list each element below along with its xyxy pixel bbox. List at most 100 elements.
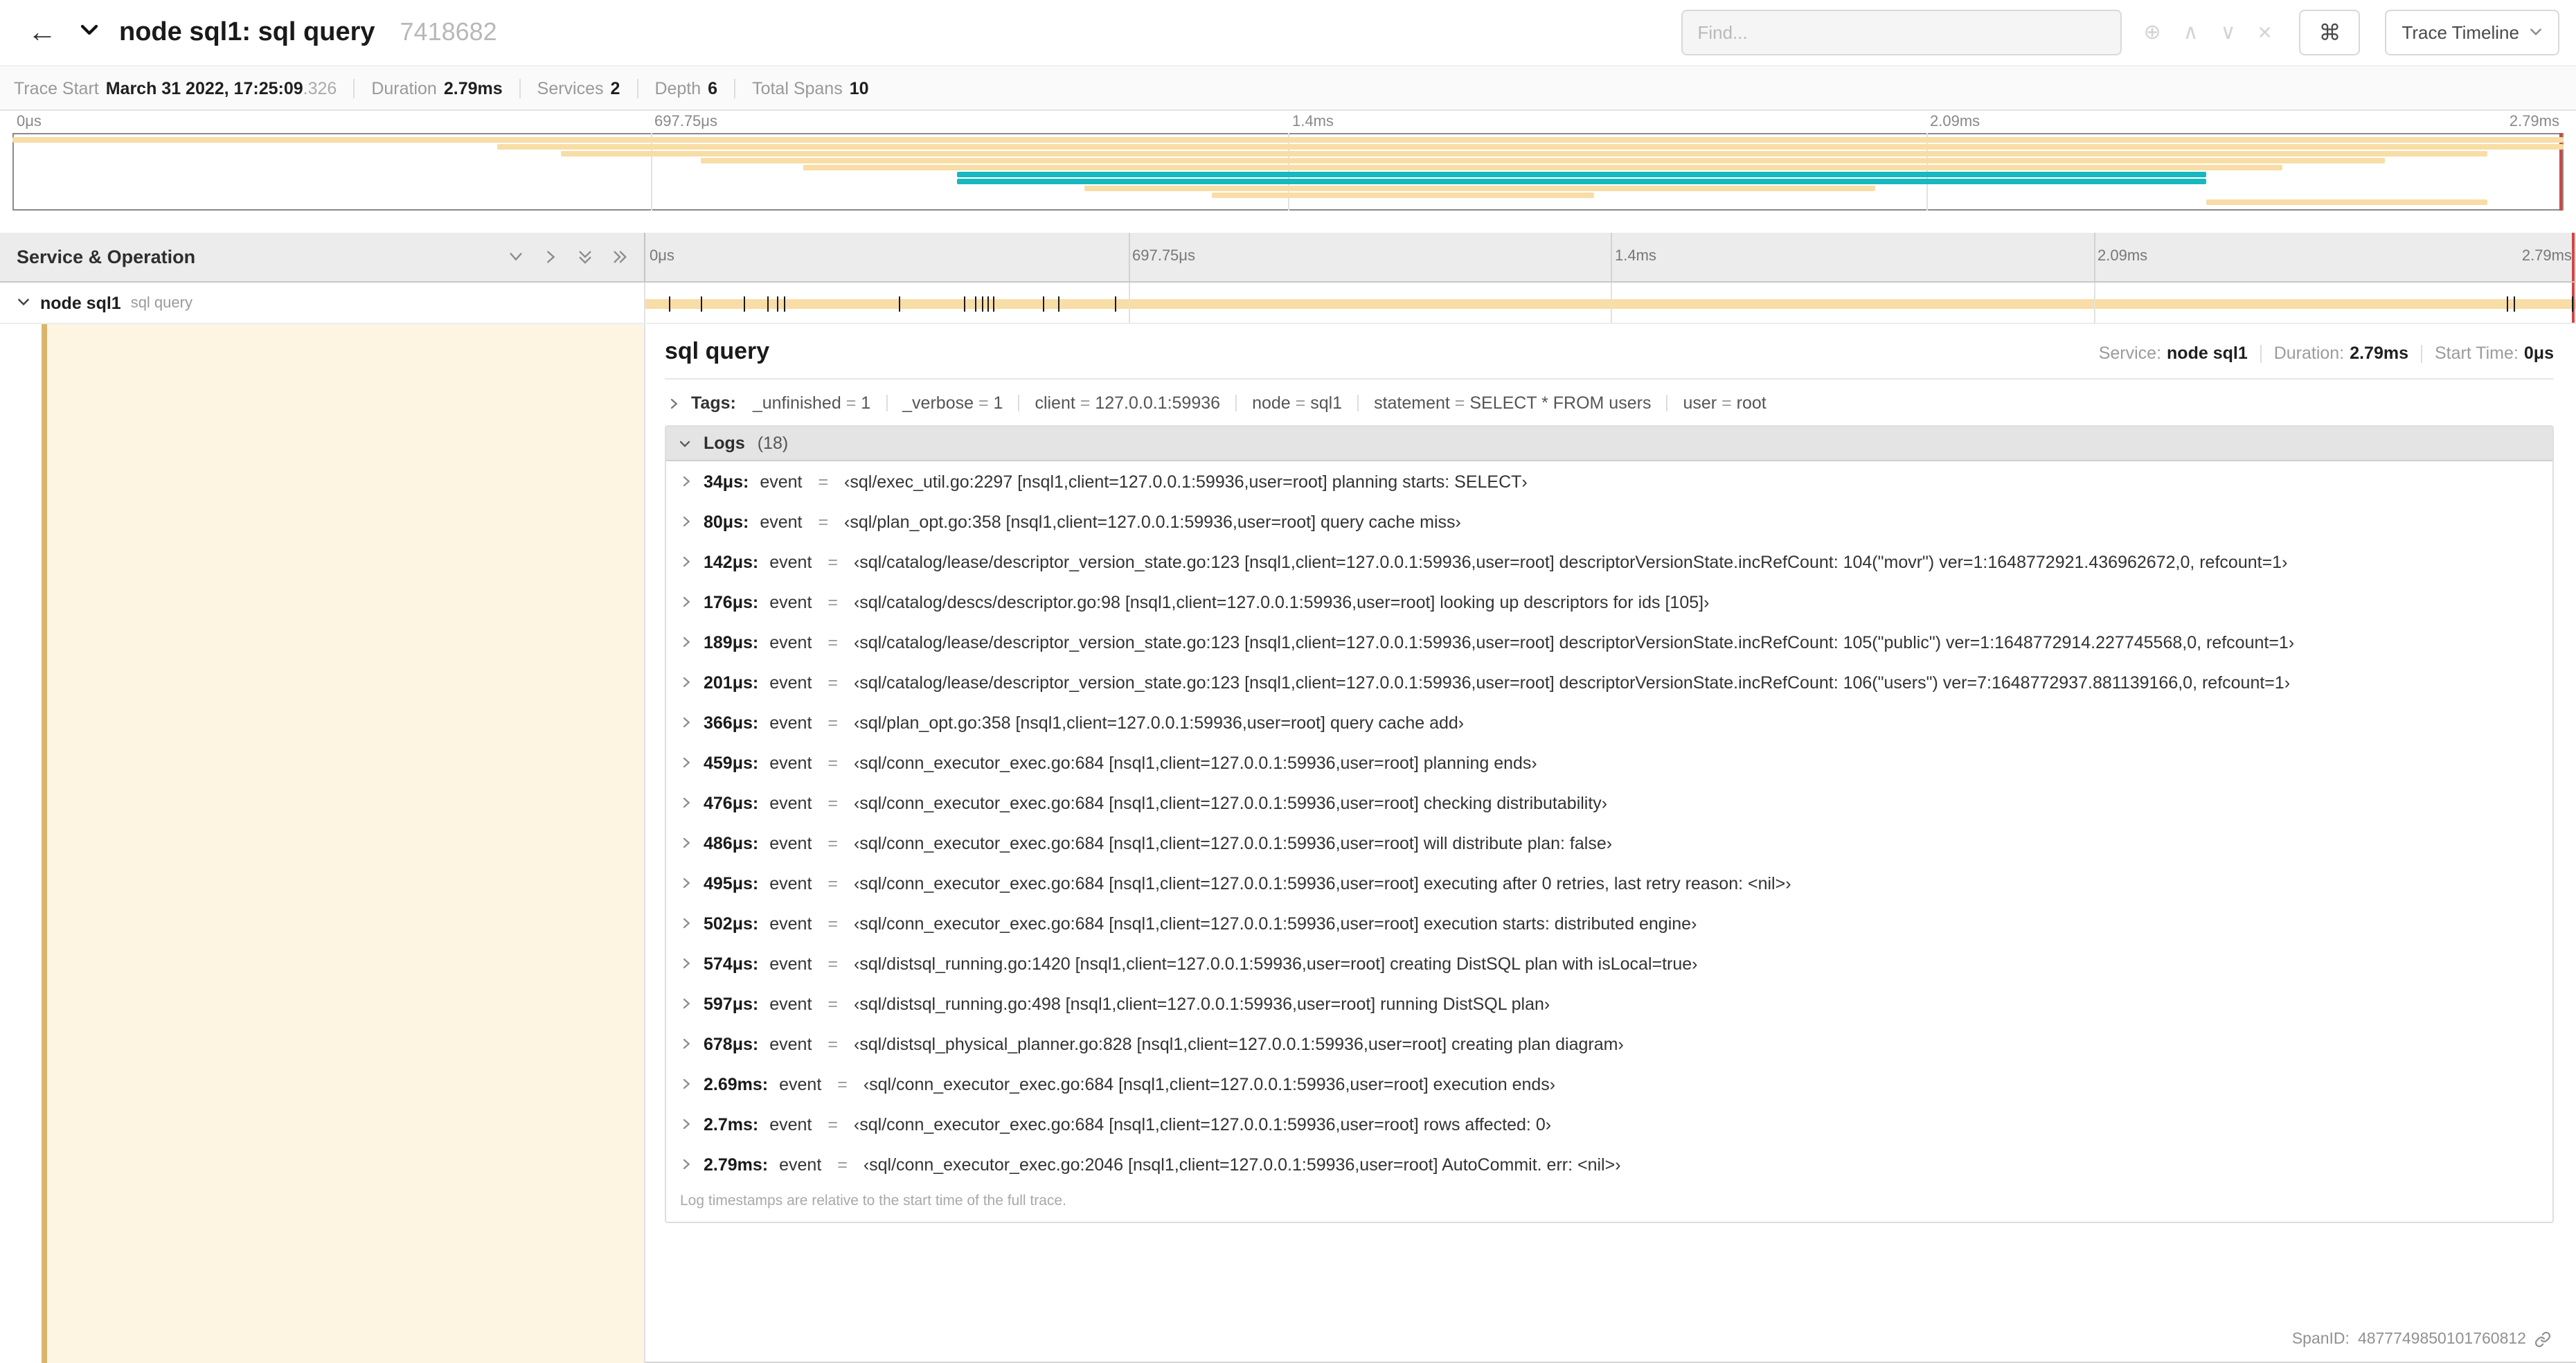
summary-label: Trace Start [14, 78, 99, 98]
log-row[interactable]: 574μs: event = ‹sql/distsql_running.go:14… [666, 943, 2552, 983]
trace-collapse-toggle[interactable] [79, 19, 100, 46]
collapse-all-icon[interactable] [578, 249, 593, 265]
log-row[interactable]: 2.69ms: event = ‹sql/conn_executor_exec.g… [666, 1064, 2552, 1104]
log-marker-tick [992, 296, 994, 312]
divider [1018, 395, 1020, 411]
minimap-span-bar [2206, 199, 2487, 205]
divider [519, 78, 521, 98]
log-row[interactable]: 176μs: event = ‹sql/catalog/descs/descrip… [666, 582, 2552, 622]
minimap-span-bar [1211, 193, 1595, 198]
minimap-span-bar [956, 179, 2207, 184]
log-row[interactable]: 34μs: event = ‹sql/exec_util.go:2297 [nsq… [666, 461, 2552, 501]
log-row[interactable]: 495μs: event = ‹sql/conn_executor_exec.go… [666, 863, 2552, 903]
chevron-right-icon [680, 1037, 692, 1050]
chevron-right-icon [680, 636, 692, 648]
log-marker-tick [2572, 296, 2574, 312]
log-marker-tick [776, 296, 778, 312]
minimap-span-bar [956, 172, 2207, 177]
next-match-icon[interactable]: ∨ [2221, 22, 2236, 43]
span-detail-left-column [0, 324, 645, 1363]
log-row[interactable]: 142μs: event = ‹sql/catalog/lease/descrip… [666, 542, 2552, 582]
clear-search-icon[interactable]: × [2258, 21, 2272, 44]
chevron-right-icon [680, 1118, 692, 1130]
chevron-down-icon [2529, 22, 2543, 43]
log-row[interactable]: 502μs: event = ‹sql/conn_executor_exec.go… [666, 903, 2552, 943]
span-row: node sql1 sql query [0, 283, 2576, 324]
expand-one-icon[interactable] [543, 249, 558, 265]
chevron-right-icon [668, 397, 680, 409]
tags-accordion-toggle[interactable]: Tags: _unfinished = 1 _verbose = 1 client … [665, 385, 2554, 425]
logs-accordion-toggle[interactable]: Logs (18) [666, 427, 2552, 461]
tick-label: 697.75μs [654, 114, 717, 130]
log-row[interactable]: 2.79ms: event = ‹sql/conn_executor_exec.g… [666, 1144, 2552, 1184]
log-marker-tick [987, 296, 989, 312]
log-marker-tick [784, 296, 786, 312]
tick-label: 2.09ms [2098, 248, 2148, 265]
log-row[interactable]: 366μs: event = ‹sql/plan_opt.go:358 [nsql… [666, 702, 2552, 742]
log-row[interactable]: 459μs: event = ‹sql/conn_executor_exec.go… [666, 742, 2552, 783]
summary-label: Total Spans [752, 78, 843, 98]
timeline-header-row: Service & Operation 0μs 697.75μs 1.4ms 2.09… [0, 233, 2576, 283]
summary-depth: Depth 6 [654, 78, 717, 98]
log-row[interactable]: 189μs: event = ‹sql/catalog/lease/descrip… [666, 622, 2552, 662]
trace-view-selector[interactable]: Trace Timeline [2385, 10, 2559, 55]
tag-item: statement = SELECT * FROM users [1374, 393, 1652, 413]
previous-match-icon[interactable]: ∧ [2183, 22, 2199, 43]
divider [734, 78, 736, 98]
tick-label: 2.79ms [2521, 248, 2572, 265]
tick-label: 0μs [650, 248, 674, 265]
collapse-one-icon[interactable] [508, 249, 524, 265]
log-row[interactable]: 2.7ms: event = ‹sql/conn_executor_exec.go… [666, 1104, 2552, 1144]
tag-item: node = sql1 [1252, 393, 1343, 413]
chevron-right-icon [680, 997, 692, 1010]
summary-value: 2 [610, 78, 620, 98]
detail-gutter [0, 324, 42, 1363]
logs-count: (18) [757, 434, 789, 453]
minimap-span-bar [701, 158, 2386, 163]
divider [1235, 395, 1237, 411]
trace-timeline-page: ← node sql1: sql query 7418682 ⊕ ∧ ∨ × ⌘… [0, 0, 2576, 1363]
log-row[interactable]: 80μs: event = ‹sql/plan_opt.go:358 [nsql1… [666, 501, 2552, 542]
minimap-canvas[interactable] [12, 133, 2564, 211]
log-marker-tick [1114, 296, 1116, 312]
chevron-right-icon [680, 475, 692, 488]
back-button[interactable]: ← [19, 15, 65, 50]
span-name-cell[interactable]: node sql1 sql query [0, 283, 645, 323]
deep-link-icon[interactable] [2534, 1331, 2551, 1348]
log-row[interactable]: 597μs: event = ‹sql/distsql_running.go:49… [666, 983, 2552, 1024]
chevron-down-icon [79, 19, 100, 46]
timeline-gridline [2093, 233, 2095, 281]
divider [636, 78, 638, 98]
divider [2260, 344, 2262, 362]
trace-id: 7418682 [400, 18, 497, 46]
divider [886, 395, 888, 411]
keyboard-shortcuts-button[interactable]: ⌘ [2299, 10, 2361, 55]
timeline-ruler[interactable]: 0μs 697.75μs 1.4ms 2.09ms 2.79ms [645, 233, 2576, 283]
log-row[interactable]: 476μs: event = ‹sql/conn_executor_exec.go… [666, 783, 2552, 823]
log-marker-tick [744, 296, 746, 312]
divider [1666, 395, 1668, 411]
chevron-right-icon [680, 515, 692, 528]
tags-list: _unfinished = 1 _verbose = 1 client = 127.… [753, 393, 1766, 413]
minimap-span-bar [803, 165, 2283, 170]
divider [665, 378, 2554, 380]
trace-summary-bar: Trace Start March 31 2022, 17:25:09.326 … [0, 66, 2576, 111]
chevron-right-icon [680, 676, 692, 688]
find-input[interactable] [1681, 10, 2122, 55]
summary-total-spans: Total Spans 10 [752, 78, 868, 98]
log-row[interactable]: 486μs: event = ‹sql/conn_executor_exec.go… [666, 823, 2552, 863]
span-operation-name: sql query [130, 294, 193, 311]
chevron-right-icon [680, 837, 692, 849]
log-row[interactable]: 201μs: event = ‹sql/catalog/lease/descrip… [666, 662, 2552, 702]
tick-label: 1.4ms [1292, 114, 1334, 130]
find-nav: ⊕ ∧ ∨ × [2143, 21, 2271, 44]
locate-match-icon[interactable]: ⊕ [2143, 22, 2161, 43]
tick-label: 2.09ms [1930, 114, 1980, 130]
minimap-tick-labels: 0μs 697.75μs 1.4ms 2.09ms 2.79ms [12, 111, 2564, 133]
span-id-label: SpanID: [2291, 1331, 2350, 1348]
chevron-right-icon [680, 596, 692, 608]
span-detail-panel: sql query Service: node sql1 Duration: 2.7… [645, 324, 2576, 1363]
log-row[interactable]: 678μs: event = ‹sql/distsql_physical_plan… [666, 1024, 2552, 1064]
expand-all-icon[interactable] [612, 249, 627, 265]
span-bar-cell[interactable] [645, 283, 2576, 323]
